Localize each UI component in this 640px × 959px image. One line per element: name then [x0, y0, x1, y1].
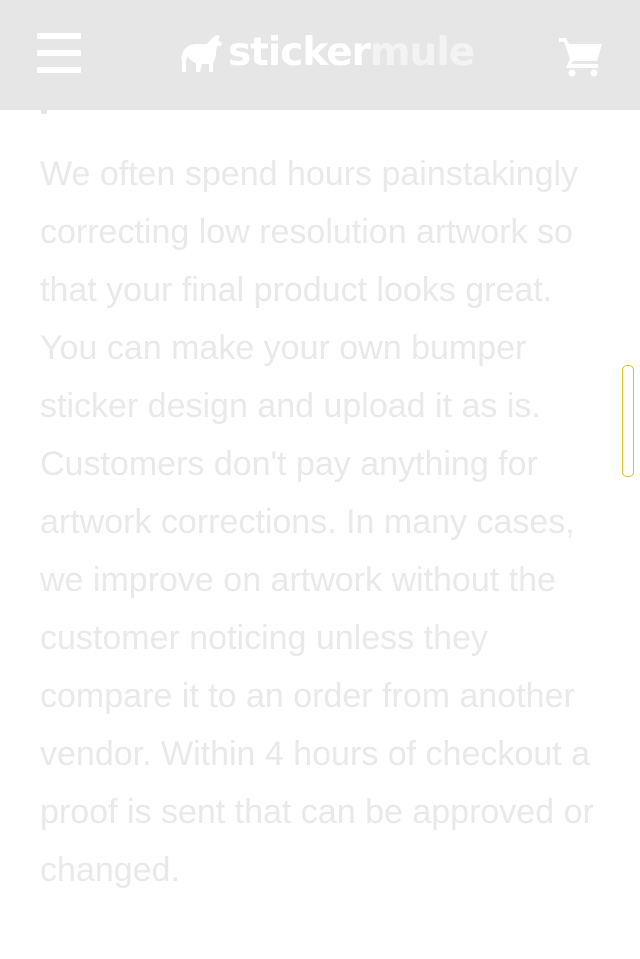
artwork-corrections-paragraph: We often spend hours painstakingly corre…	[40, 155, 594, 889]
stickermule-logo[interactable]: sticker mule	[180, 30, 475, 76]
logo-text-mule: mule	[369, 30, 475, 75]
main-content: We often spend hours painstakingly corre…	[40, 145, 610, 899]
logo-text-sticker: sticker	[228, 30, 371, 75]
top-header: sticker mule	[0, 0, 640, 110]
hamburger-menu-icon[interactable]	[37, 33, 81, 73]
scrollbar-thumb[interactable]	[622, 365, 634, 477]
shopping-cart-icon[interactable]	[558, 35, 604, 77]
page: sticker mule We often spend hours painsta…	[0, 0, 640, 959]
mule-icon	[181, 35, 222, 72]
